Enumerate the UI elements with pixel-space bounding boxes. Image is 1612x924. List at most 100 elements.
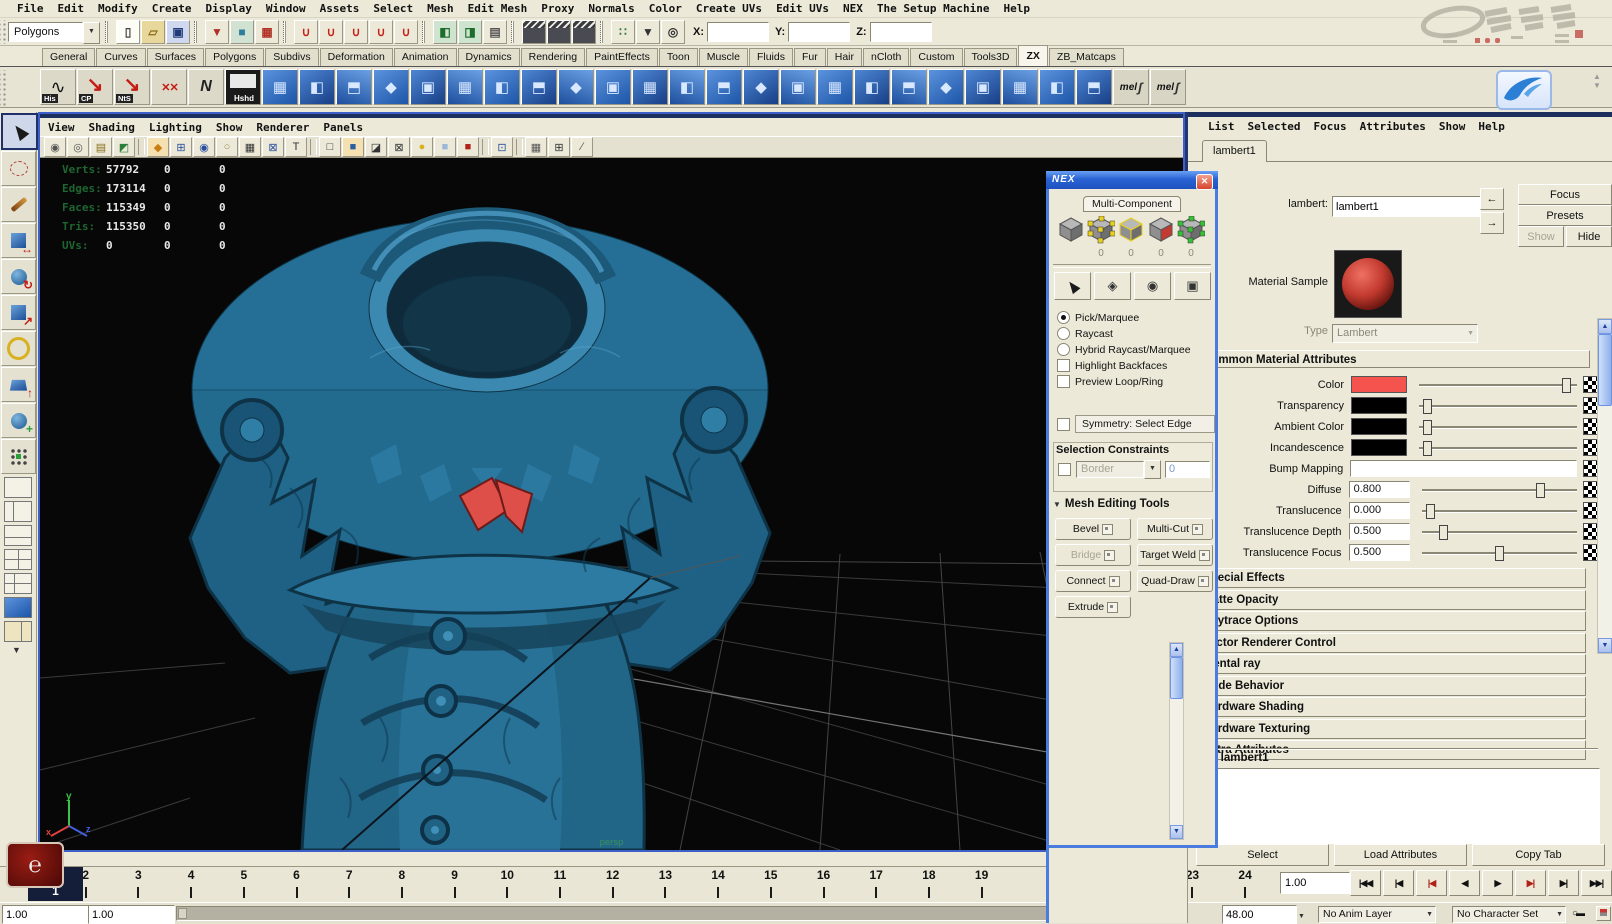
- rotate-tool[interactable]: ↻: [1, 259, 36, 294]
- x-input[interactable]: [707, 22, 769, 42]
- frame-number[interactable]: 11: [554, 868, 567, 882]
- construction-history-icon[interactable]: ▤: [483, 20, 507, 44]
- ae-menu-show[interactable]: Show: [1439, 120, 1466, 133]
- select-object-icon[interactable]: ■: [230, 20, 254, 44]
- slider-track[interactable]: [1419, 378, 1577, 391]
- render-settings-icon[interactable]: [572, 20, 596, 44]
- poly-tool-shelf-button[interactable]: ▦: [632, 69, 668, 105]
- panel-menu-panels[interactable]: Panels: [323, 121, 363, 134]
- snap-to-projected-center-icon[interactable]: ∪: [369, 20, 393, 44]
- bevel-button[interactable]: Bevel: [1055, 518, 1131, 540]
- frame-number[interactable]: 4: [188, 868, 195, 882]
- frame-number[interactable]: 24: [1238, 868, 1251, 882]
- color-swatch[interactable]: [1351, 418, 1407, 435]
- scroll-thumb[interactable]: [1598, 334, 1612, 406]
- tear-handle[interactable]: [0, 20, 8, 44]
- slider-track[interactable]: [1422, 483, 1578, 496]
- menu-proxy[interactable]: Proxy: [534, 2, 581, 15]
- shelf-tab-polygons[interactable]: Polygons: [205, 48, 264, 66]
- ipr-render-icon[interactable]: [547, 20, 571, 44]
- scale-tool[interactable]: ↗: [1, 295, 36, 330]
- ae-menu-focus[interactable]: Focus: [1313, 120, 1346, 133]
- open-scene-icon[interactable]: ▱: [141, 20, 165, 44]
- lighting-icon[interactable]: ●: [411, 137, 433, 157]
- set-key-icon[interactable]: ○▬: [1572, 906, 1594, 921]
- nex-scrollbar[interactable]: ▲ ▼: [1169, 642, 1184, 840]
- panel-menu-show[interactable]: Show: [216, 121, 243, 134]
- select-camera-icon[interactable]: ◉: [44, 137, 66, 157]
- mel-script-shelf-button[interactable]: mel: [1113, 69, 1149, 105]
- shelf-tab-subdivs[interactable]: Subdivs: [265, 48, 318, 66]
- slider-track[interactable]: [1419, 441, 1577, 454]
- text-field[interactable]: [1350, 460, 1577, 477]
- shelf-tab-fur[interactable]: Fur: [794, 48, 826, 66]
- shelf-scroll-arrows[interactable]: ▲▼: [1590, 72, 1604, 90]
- frame-number[interactable]: 15: [764, 868, 777, 882]
- auto-keyframe-icon[interactable]: [1596, 906, 1611, 921]
- use-default-material-icon[interactable]: ⊠: [388, 137, 410, 157]
- poly-tool-shelf-button[interactable]: ▣: [965, 69, 1001, 105]
- frame-number[interactable]: 5: [240, 868, 247, 882]
- section-hardware-texturing[interactable]: Hardware Texturing: [1192, 719, 1586, 739]
- menu-nex[interactable]: NEX: [836, 2, 870, 15]
- last-tool[interactable]: [1, 439, 36, 474]
- panel-menu-view[interactable]: View: [48, 121, 75, 134]
- screen-space-ao-icon[interactable]: ■: [457, 137, 479, 157]
- slider-thumb[interactable]: [1536, 483, 1545, 498]
- frame-number[interactable]: 10: [501, 868, 514, 882]
- shelf-tab-toon[interactable]: Toon: [659, 48, 698, 66]
- shelf-tab-fluids[interactable]: Fluids: [749, 48, 793, 66]
- menu-file[interactable]: File: [10, 2, 51, 15]
- shadows-icon[interactable]: ■: [434, 137, 456, 157]
- shelf-tab-zb_matcaps[interactable]: ZB_Matcaps: [1049, 48, 1124, 66]
- brush-tool-button[interactable]: ◉: [1134, 272, 1171, 300]
- poly-tool-shelf-button[interactable]: ◆: [743, 69, 779, 105]
- frame-number[interactable]: 17: [870, 868, 883, 882]
- range-handle-left[interactable]: [178, 908, 187, 919]
- mel-script-shelf-button[interactable]: mel: [1150, 69, 1186, 105]
- close-icon[interactable]: ✕: [1196, 174, 1213, 190]
- shelf-tab-tools3d[interactable]: Tools3D: [964, 48, 1018, 66]
- menu-edit-mesh[interactable]: Edit Mesh: [461, 2, 535, 15]
- gate-mask-icon[interactable]: ○: [216, 137, 238, 157]
- face-mode-icon[interactable]: [1147, 216, 1175, 244]
- anim-layer-selector[interactable]: No Anim Layer▼: [1318, 906, 1436, 923]
- transform-tool-button[interactable]: ◈: [1094, 272, 1131, 300]
- quad-draw-button[interactable]: Quad-Draw: [1137, 570, 1213, 592]
- poly-tool-shelf-button[interactable]: ◧: [854, 69, 890, 105]
- lasso-tool[interactable]: [1, 151, 36, 186]
- menu-create-uvs[interactable]: Create UVs: [689, 2, 769, 15]
- target-weld-button[interactable]: Target Weld: [1137, 544, 1213, 566]
- shelf-tab-rendering[interactable]: Rendering: [521, 48, 585, 66]
- hide-button[interactable]: Hide: [1566, 226, 1612, 247]
- new-scene-icon[interactable]: ▯: [116, 20, 140, 44]
- poly-tool-shelf-button[interactable]: ▦: [1002, 69, 1038, 105]
- poly-tool-shelf-button[interactable]: ◧: [299, 69, 335, 105]
- poly-tool-shelf-button[interactable]: ◧: [484, 69, 520, 105]
- app-logo-button[interactable]: [1496, 70, 1552, 110]
- shelf-tab-general[interactable]: General: [42, 48, 95, 66]
- multi-component-mode-icon[interactable]: [1177, 216, 1205, 244]
- current-time-input[interactable]: [1280, 872, 1350, 894]
- poly-tool-shelf-button[interactable]: ▦: [262, 69, 298, 105]
- resolution-gate-icon[interactable]: ◉: [193, 137, 215, 157]
- poly-tool-shelf-button[interactable]: ▦: [817, 69, 853, 105]
- slider-thumb[interactable]: [1562, 378, 1571, 393]
- perspective-viewport[interactable]: ViewShadingLightingShowRendererPanels ◉◎…: [38, 112, 1185, 852]
- camera-gate-icon[interactable]: ⊞: [548, 137, 570, 157]
- snap-to-view-planes-icon[interactable]: ∪: [394, 20, 418, 44]
- poly-tool-shelf-button[interactable]: ◆: [558, 69, 594, 105]
- value-field[interactable]: 0.500: [1349, 523, 1410, 540]
- single-pane-layout[interactable]: [4, 477, 32, 498]
- field-chart-icon[interactable]: ▦: [239, 137, 261, 157]
- object-mode-icon[interactable]: [1057, 216, 1085, 244]
- image-plane-icon[interactable]: ◩: [113, 137, 135, 157]
- input-connections-icon[interactable]: ◧: [433, 20, 457, 44]
- safe-action-icon[interactable]: ⊠: [262, 137, 284, 157]
- menu-create[interactable]: Create: [145, 2, 199, 15]
- curve-pattern-shelf-button[interactable]: [151, 69, 187, 105]
- smooth-shade-icon[interactable]: ■: [342, 137, 364, 157]
- shelf-tab-custom[interactable]: Custom: [910, 48, 962, 66]
- play-forward-button[interactable]: ▶: [1482, 870, 1513, 896]
- focus-button[interactable]: Focus: [1518, 184, 1612, 205]
